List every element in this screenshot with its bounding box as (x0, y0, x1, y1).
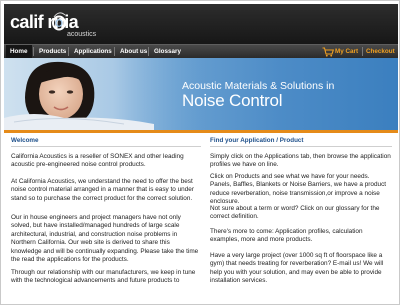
nav-item-applications[interactable]: Applications (70, 45, 116, 58)
welcome-paragraph-1: California Acoustics is a reseller of SO… (11, 153, 184, 169)
find-application-heading: Find your Application / Product (210, 137, 304, 144)
nav-divider (114, 47, 115, 56)
nav-divider (68, 47, 69, 56)
find-paragraph-5: Have a very large project (over 1000 sq … (210, 252, 384, 285)
checkout-link[interactable]: Checkout (366, 45, 395, 58)
nav-item-glossary[interactable]: Glossary (150, 45, 185, 58)
logo-subtext: acoustics (67, 31, 97, 38)
welcome-paragraph-2: At California Acoustics, we understand t… (11, 178, 194, 202)
nav-divider (362, 47, 363, 56)
find-paragraph-4: There's more to come: Application profil… (210, 228, 363, 244)
banner-woman-image (4, 58, 204, 130)
nav-item-about-us[interactable]: About us (116, 45, 151, 58)
site-header: calif rnia acoustics (4, 4, 398, 44)
my-cart-link[interactable]: My Cart (335, 45, 358, 58)
main-nav: Home Products Applications About us Glos… (4, 44, 398, 58)
welcome-heading: Welcome (11, 137, 39, 144)
find-paragraph-2: Click on Products and see what we have f… (210, 173, 387, 206)
nav-item-products[interactable]: Products (35, 45, 70, 58)
welcome-paragraph-3: Our in house engineers and project manag… (11, 214, 199, 264)
welcome-paragraph-4: Through our relationship with our manufa… (11, 269, 196, 285)
find-paragraph-3: Not sure about a term or word? Click on … (210, 205, 380, 221)
nav-divider (148, 47, 149, 56)
right-divider (210, 146, 392, 147)
cart-icon[interactable] (322, 47, 334, 57)
page: calif rnia acoustics Home Products Appli… (0, 0, 400, 305)
banner-title: Noise Control (182, 91, 283, 110)
nav-divider (33, 47, 34, 56)
hero-banner: Acoustic Materials & Solutions in Noise … (4, 58, 398, 130)
accent-band (4, 130, 398, 133)
find-paragraph-1: Simply click on the Applications tab, th… (210, 153, 391, 169)
nav-item-home[interactable]: Home (6, 45, 32, 58)
left-divider (11, 146, 201, 147)
logo-ring-icon (52, 12, 66, 31)
